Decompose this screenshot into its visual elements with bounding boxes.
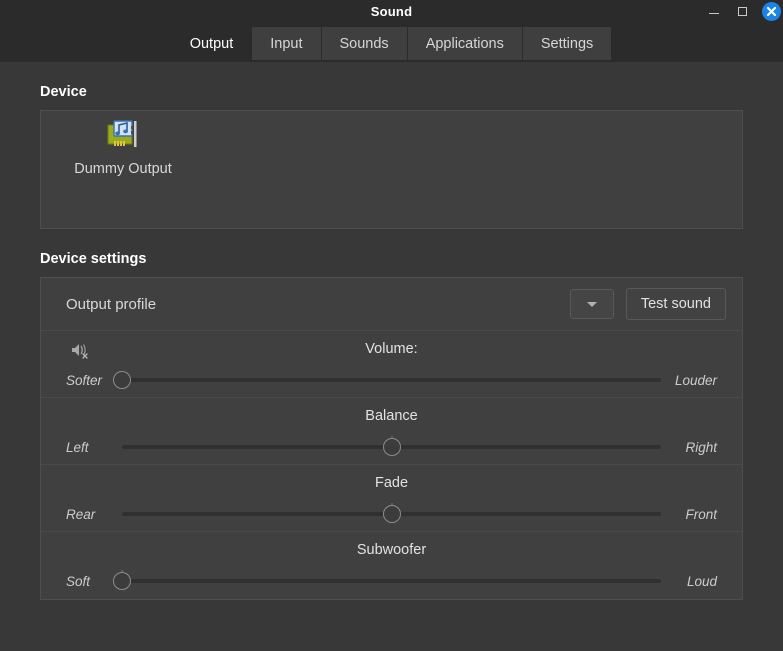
volume-max-label: Louder	[674, 372, 717, 388]
fade-slider-row: Fade Rear Front	[41, 465, 742, 532]
close-icon	[766, 6, 777, 16]
output-profile-select[interactable]	[569, 289, 614, 319]
tab-bar: Output Input Sounds Applications Setting…	[171, 27, 612, 60]
tab-applications-label: Applications	[425, 35, 504, 52]
fade-slider[interactable]	[122, 503, 661, 525]
tab-sounds[interactable]: Sounds	[321, 27, 408, 60]
volume-slider[interactable]	[113, 369, 661, 391]
fade-title: Fade	[374, 475, 409, 491]
tab-input[interactable]: Input	[252, 27, 322, 60]
test-sound-button[interactable]: Test sound	[625, 288, 726, 320]
device-list-panel: Dummy Output	[40, 110, 743, 229]
window-title: Sound	[370, 3, 413, 19]
volume-title: Volume:	[365, 341, 418, 357]
output-profile-label: Output profile	[66, 295, 157, 313]
balance-slider-handle[interactable]	[382, 438, 401, 456]
balance-max-label: Right	[685, 439, 717, 455]
subwoofer-slider[interactable]	[113, 570, 661, 592]
output-profile-row: Output profile Test sound	[41, 278, 742, 331]
tab-bar-container: Output Input Sounds Applications Setting…	[0, 22, 783, 62]
tab-sounds-label: Sounds	[339, 35, 389, 52]
fade-slider-handle[interactable]	[382, 505, 401, 523]
subwoofer-title: Subwoofer	[356, 542, 427, 558]
balance-title: Balance	[365, 408, 418, 424]
subwoofer-slider-row: Subwoofer Soft Loud	[41, 532, 742, 599]
subwoofer-slider-track	[122, 579, 661, 583]
device-settings-panel: Output profile Test sound Volume: Softer	[40, 277, 743, 600]
volume-slider-handle[interactable]	[113, 371, 131, 389]
subwoofer-max-label: Loud	[686, 573, 717, 589]
device-section-heading: Device	[40, 84, 87, 100]
tab-applications[interactable]: Applications	[407, 27, 523, 60]
volume-slider-row: Volume: Softer Louder	[41, 331, 742, 398]
balance-min-label: Left	[66, 439, 89, 455]
tab-output[interactable]: Output	[171, 27, 253, 60]
maximize-button[interactable]	[734, 3, 750, 19]
close-button[interactable]	[762, 1, 781, 21]
maximize-icon	[737, 6, 747, 16]
subwoofer-slider-handle[interactable]	[113, 572, 131, 590]
tab-output-label: Output	[189, 35, 234, 52]
tab-settings[interactable]: Settings	[522, 27, 612, 60]
device-item-dummy-output[interactable]: Dummy Output	[53, 119, 193, 177]
fade-min-label: Rear	[66, 506, 96, 522]
minimize-button[interactable]	[706, 3, 722, 19]
device-item-label: Dummy Output	[74, 161, 172, 177]
balance-slider-row: Balance Left Right	[41, 398, 742, 465]
device-settings-heading: Device settings	[40, 251, 147, 267]
window-controls	[706, 0, 781, 22]
tab-settings-label: Settings	[540, 35, 594, 52]
chevron-down-icon	[586, 301, 597, 307]
minimize-icon	[709, 13, 719, 14]
volume-slider-track	[122, 378, 661, 382]
output-tab-panel: Device Dummy Output Device settings Outp…	[0, 62, 783, 651]
sound-card-icon	[107, 120, 137, 147]
speaker-muted-icon[interactable]	[70, 340, 90, 360]
title-bar: Sound	[0, 0, 783, 22]
balance-slider[interactable]	[122, 436, 661, 458]
fade-max-label: Front	[685, 506, 717, 522]
tab-input-label: Input	[270, 35, 303, 52]
